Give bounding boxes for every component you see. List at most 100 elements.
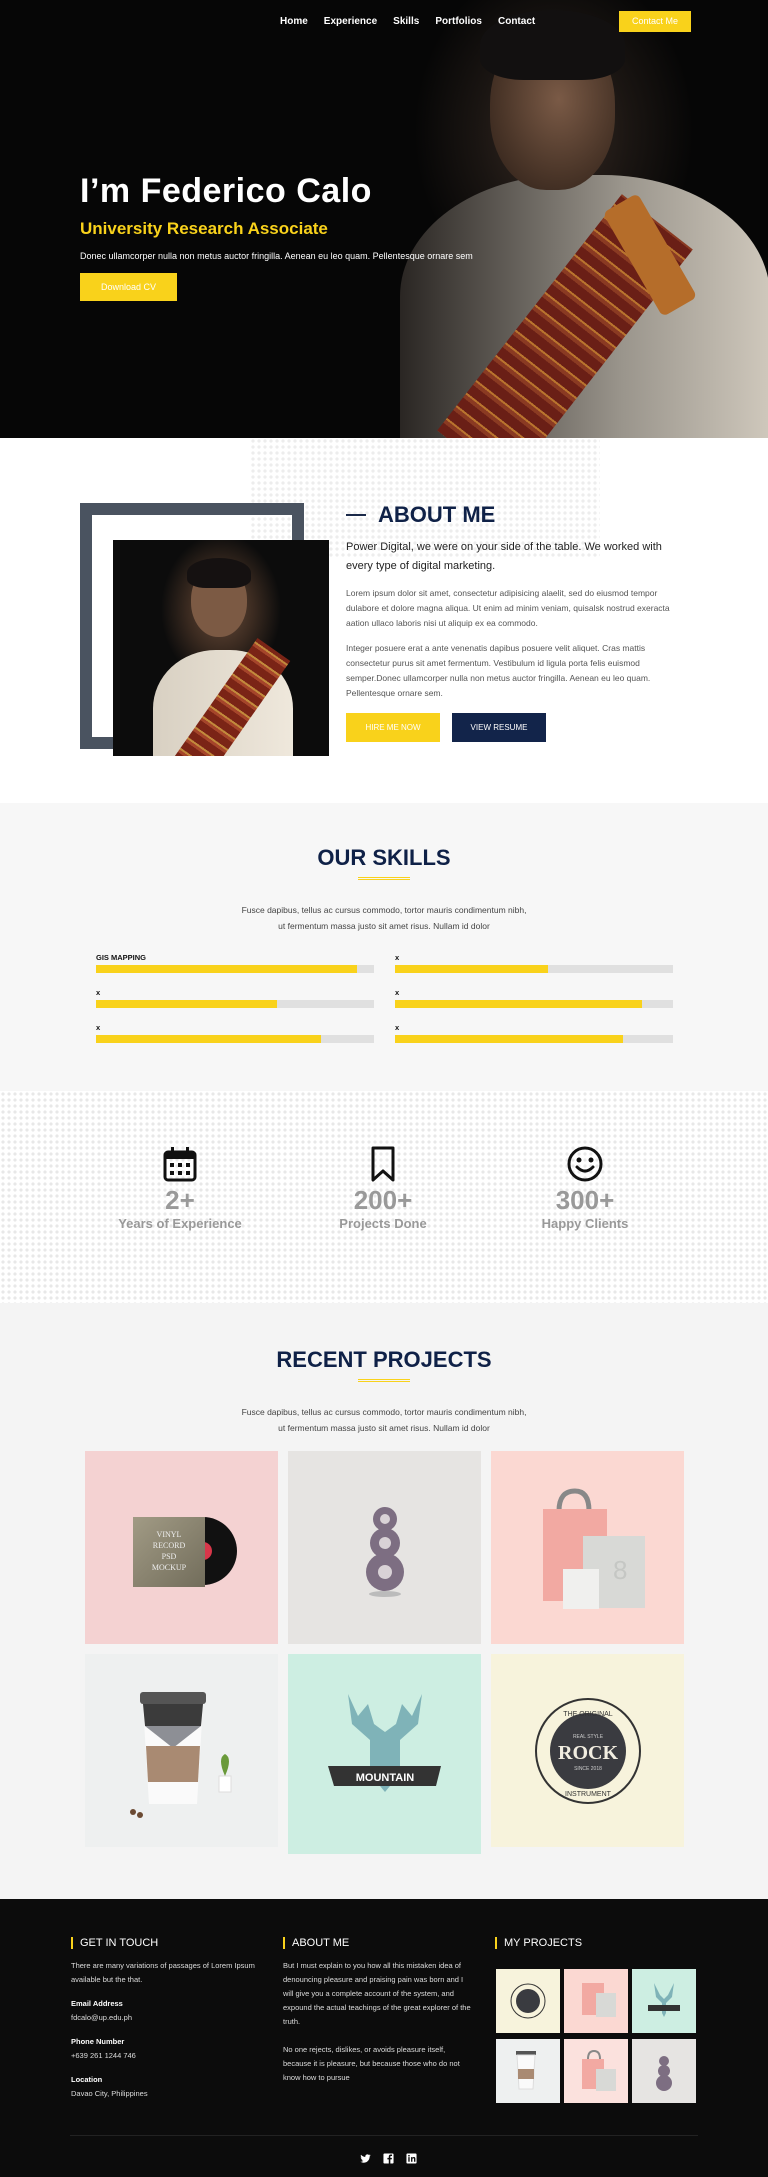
counter-label: Happy Clients [541, 1216, 629, 1231]
about-lead: Power Digital, we were on your side of t… [346, 541, 662, 572]
vinyl-text-2: RECORD [153, 1541, 186, 1550]
title-underline [358, 1379, 410, 1382]
project-tile-character[interactable] [288, 1451, 481, 1644]
footer-about: ABOUT ME But I must explain to you how a… [283, 1937, 473, 2085]
bookmark-icon [364, 1145, 402, 1183]
vinyl-text-4: MOCKUP [152, 1563, 187, 1572]
about-paragraph-1: Lorem ipsum dolor sit amet, consectetur … [346, 588, 670, 628]
footer-my-projects: MY PROJECTS [495, 1937, 695, 1949]
mountain-text: MOUNTAIN [356, 1772, 415, 1784]
footer-divider [70, 2135, 698, 2136]
footer-title-get-in-touch: GET IN TOUCH [71, 1937, 261, 1949]
footer-get-in-touch: GET IN TOUCH There are many variations o… [71, 1937, 261, 2101]
footer-project-thumb-coffee[interactable] [496, 2039, 560, 2103]
about-portrait-photo [113, 540, 329, 756]
nav-item-skills[interactable]: Skills [393, 16, 419, 27]
skills-title: OUR SKILLS [317, 845, 451, 870]
top-nav: Home Experience Skills Portfolios Contac… [0, 0, 768, 44]
twitter-icon[interactable] [360, 2151, 371, 2163]
about-paragraph-2: Integer posuere erat a ante venenatis da… [346, 643, 651, 698]
hire-me-button[interactable]: HIRE ME NOW [346, 713, 440, 742]
title-underline [358, 877, 410, 880]
hero-tagline: Donec ullamcorper nulla non metus auctor… [80, 251, 473, 261]
view-resume-button[interactable]: VIEW RESUME [452, 713, 546, 742]
download-cv-button[interactable]: Download CV [80, 273, 177, 301]
footer-project-thumb-rock[interactable] [496, 1969, 560, 2033]
footer-phone-label: Phone Number [71, 2037, 125, 2046]
skill-bar-fill [395, 1035, 623, 1043]
footer-phone[interactable]: +639 261 1244 746 [71, 2049, 261, 2063]
skill-label: x [395, 953, 400, 962]
about-title: ABOUT ME [378, 502, 496, 527]
nav-item-experience[interactable]: Experience [324, 16, 377, 27]
skills-subtitle: Fusce dapibus, tellus ac cursus commodo,… [0, 902, 768, 934]
contact-me-button[interactable]: Contact Me [619, 11, 691, 32]
counter-number: 2+ [165, 1185, 195, 1215]
skill-bar-track [395, 1035, 673, 1043]
hero-section: Home Experience Skills Portfolios Contac… [0, 0, 768, 438]
projects-subtitle: Fusce dapibus, tellus ac cursus commodo,… [0, 1404, 768, 1436]
project-tile-rock[interactable]: THE ORIGINAL REAL STYLE ROCK SINCE 2018 … [491, 1654, 684, 1847]
skill-label: x [96, 1023, 101, 1032]
nav-item-portfolios[interactable]: Portfolios [435, 16, 482, 27]
skill-bar-fill [395, 965, 548, 973]
nav-item-home[interactable]: Home [280, 16, 308, 27]
skill-bar-track [96, 1035, 374, 1043]
rock-small-text: REAL STYLE [573, 1734, 604, 1740]
skill-bar-track [395, 965, 673, 973]
counter-number: 200+ [353, 1185, 413, 1215]
skill-item: x [96, 988, 374, 1008]
footer-location: Davao City, Philippines [71, 2089, 148, 2098]
skill-item: x [96, 1023, 374, 1043]
smiley-icon [566, 1145, 604, 1183]
skills-subtitle-line-2: ut fermentum massa justo sit amet risus.… [278, 921, 490, 931]
footer: GET IN TOUCH There are many variations o… [0, 1899, 768, 2177]
title-dash [346, 514, 366, 516]
skill-bar-fill [96, 1000, 277, 1008]
footer-project-thumb-mountain[interactable] [632, 1969, 696, 2033]
skill-label: GIS MAPPING [96, 953, 147, 962]
footer-project-thumb-character[interactable] [632, 2039, 696, 2103]
nav-item-contact[interactable]: Contact [498, 16, 535, 27]
footer-about-text-2: No one rejects, dislikes, or avoids plea… [283, 2045, 460, 2082]
svg-text:8: 8 [613, 1555, 627, 1585]
footer-email[interactable]: fdcalo@up.edu.ph [71, 2011, 261, 2025]
skills-subtitle-line-1: Fusce dapibus, tellus ac cursus commodo,… [241, 905, 527, 915]
counter-number: 300+ [555, 1185, 615, 1215]
about-content: ABOUT ME Power Digital, we were on your … [346, 502, 686, 742]
rock-word: ROCK [558, 1742, 618, 1764]
hero-text: I’m Federico Calo University Research As… [80, 172, 473, 301]
skill-bar-track [96, 965, 374, 973]
counter-label: Projects Done [339, 1216, 427, 1231]
counter-experience: 2+ Years of Experience [95, 1145, 265, 1231]
hero-name: I’m Federico Calo [80, 172, 372, 210]
project-tile-coffee[interactable] [85, 1654, 278, 1847]
counter-projects: 200+ Projects Done [298, 1145, 468, 1231]
vinyl-text-1: VINYL [157, 1530, 182, 1539]
hero-role: University Research Associate [80, 219, 328, 238]
skill-bar-track [395, 1000, 673, 1008]
footer-project-thumb-bags-2[interactable] [564, 2039, 628, 2103]
vinyl-text-3: PSD [162, 1552, 177, 1561]
project-tile-mountain[interactable]: MOUNTAIN [288, 1654, 481, 1854]
projects-title: RECENT PROJECTS [276, 1347, 492, 1372]
project-tile-vinyl[interactable]: VINYL RECORD PSD MOCKUP [85, 1451, 278, 1644]
footer-title-about: ABOUT ME [283, 1937, 473, 1949]
rock-since-text: SINCE 2018 [574, 1766, 602, 1772]
footer-project-thumb-bags[interactable] [564, 1969, 628, 2033]
project-tile-bags[interactable]: 8 [491, 1451, 684, 1644]
skill-item: x [395, 953, 673, 973]
facebook-icon[interactable] [383, 2151, 394, 2164]
counter-label: Years of Experience [118, 1216, 242, 1231]
projects-section: RECENT PROJECTS Fusce dapibus, tellus ac… [0, 1303, 768, 1899]
skill-item: GIS MAPPING [96, 953, 374, 973]
rock-bottom-text: INSTRUMENT [565, 1791, 612, 1798]
footer-email-label: Email Address [71, 1999, 123, 2008]
projects-subtitle-line-1: Fusce dapibus, tellus ac cursus commodo,… [241, 1407, 527, 1417]
footer-title-my-projects: MY PROJECTS [495, 1937, 695, 1949]
footer-location-label: Location [71, 2075, 103, 2084]
skill-label: x [395, 988, 400, 997]
skill-bar-fill [395, 1000, 643, 1008]
linkedin-icon[interactable] [406, 2151, 417, 2164]
footer-about-text-1: But I must explain to you how all this m… [283, 1961, 471, 2026]
